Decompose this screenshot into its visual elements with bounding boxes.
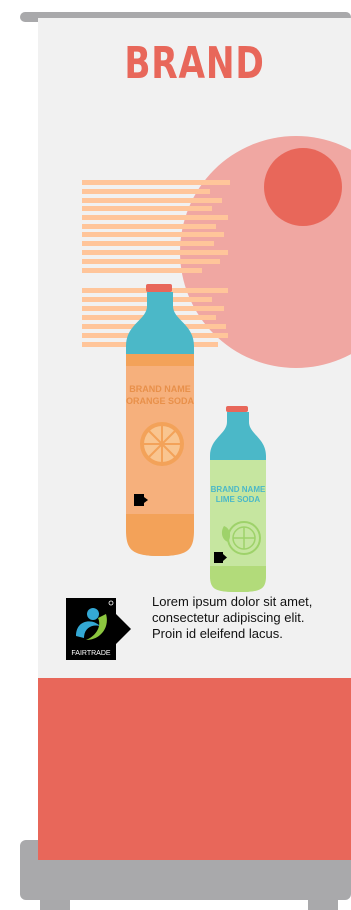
fairtrade-logo: FAIRTRADE	[66, 598, 116, 660]
brand-title: BRAND	[124, 38, 265, 89]
decor-circle-small	[264, 148, 342, 226]
lime-soda-bottle: BRAND NAME LIME SODA	[210, 406, 266, 592]
description-text: Lorem ipsum dolor sit amet, consectetur …	[152, 594, 313, 641]
orange-soda-bottle: BRAND NAME ORANGE SODA	[126, 284, 195, 556]
stripe	[82, 180, 230, 185]
stripe	[82, 259, 220, 264]
stand-foot-left	[40, 898, 70, 910]
fairtrade-mark-icon	[76, 600, 114, 640]
stripe	[82, 198, 222, 203]
orange-bottle-label-brand: BRAND NAME	[129, 384, 191, 394]
orange-bottle-label-flavor: ORANGE SODA	[126, 396, 195, 406]
stripe	[82, 232, 224, 237]
lime-bottle-label-flavor: LIME SODA	[216, 495, 261, 504]
stripe	[82, 224, 216, 229]
stand-foot-right	[308, 898, 338, 910]
stripe	[82, 268, 202, 273]
stripe	[82, 250, 228, 255]
stripe	[82, 206, 212, 211]
rollup-banner: BRAND BRAND NAME ORANGE SODA BRAND NAME …	[38, 18, 351, 860]
bottom-color-block	[38, 678, 351, 860]
orange-slice-icon	[140, 422, 184, 466]
stripe	[82, 215, 228, 220]
fairtrade-label: FAIRTRADE	[71, 650, 111, 657]
lime-bottle-label-brand: BRAND NAME	[211, 485, 266, 494]
stripe	[82, 241, 214, 246]
stripe	[82, 189, 210, 194]
fairtrade-arrow	[116, 614, 131, 644]
